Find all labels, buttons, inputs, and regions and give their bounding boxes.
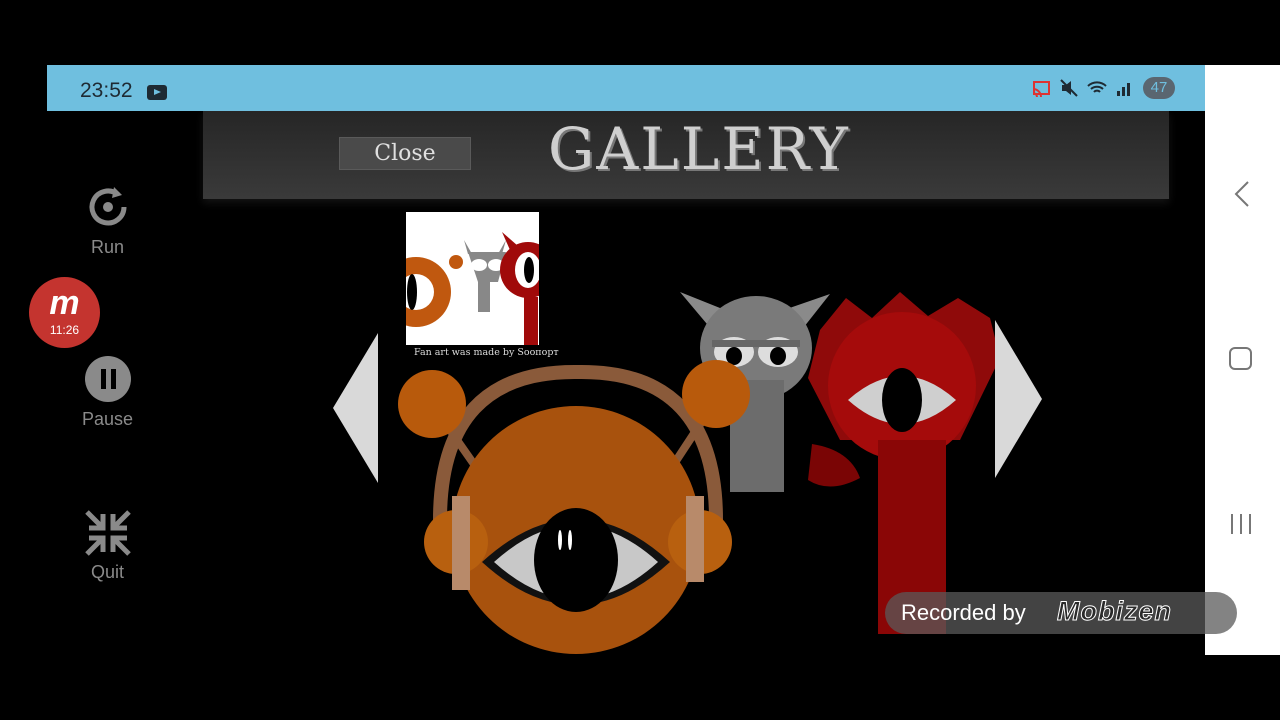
mobizen-logo: m bbox=[49, 284, 80, 322]
quit-button[interactable]: Quit bbox=[60, 510, 155, 583]
pause-icon bbox=[84, 356, 131, 402]
collapse-icon bbox=[84, 510, 131, 556]
recording-time: 11:26 bbox=[49, 323, 80, 337]
battery-icon: 47 bbox=[1143, 77, 1175, 99]
previous-arrow-icon[interactable] bbox=[333, 333, 379, 483]
run-label: Run bbox=[90, 237, 125, 257]
refresh-icon bbox=[89, 187, 126, 226]
watermark-text: Recorded by bbox=[901, 600, 1026, 625]
orange-character bbox=[398, 360, 750, 654]
mobizen-badge[interactable]: m 11:26 bbox=[29, 277, 100, 348]
pause-button[interactable]: Pause bbox=[60, 355, 155, 430]
back-icon[interactable] bbox=[1233, 180, 1251, 208]
pause-label: Pause bbox=[81, 409, 134, 429]
status-time: 23:52 bbox=[80, 79, 133, 102]
home-icon[interactable] bbox=[1229, 347, 1252, 370]
recorder-watermark: Recorded by Mobizen bbox=[885, 592, 1237, 634]
run-button[interactable]: Run bbox=[60, 183, 155, 258]
status-icons: 47 bbox=[1031, 77, 1175, 99]
gallery-header: Close GALLERY bbox=[203, 111, 1169, 199]
navigation-bar bbox=[1205, 65, 1280, 655]
gallery-title: GALLERY bbox=[548, 115, 850, 183]
red-character bbox=[808, 292, 1000, 634]
signal-icon bbox=[1117, 83, 1130, 96]
recent-apps-icon[interactable] bbox=[1229, 512, 1253, 536]
quit-label: Quit bbox=[90, 562, 124, 582]
wifi-icon bbox=[1087, 81, 1107, 93]
youtube-icon bbox=[147, 85, 167, 100]
cast-icon bbox=[1032, 81, 1050, 98]
mobizen-brand-logo: Mobizen bbox=[1057, 596, 1172, 627]
status-bar: 23:52 47 bbox=[47, 65, 1205, 111]
next-arrow-icon[interactable] bbox=[995, 320, 1043, 478]
mute-icon bbox=[1060, 79, 1078, 97]
close-button[interactable]: Close bbox=[339, 137, 471, 170]
